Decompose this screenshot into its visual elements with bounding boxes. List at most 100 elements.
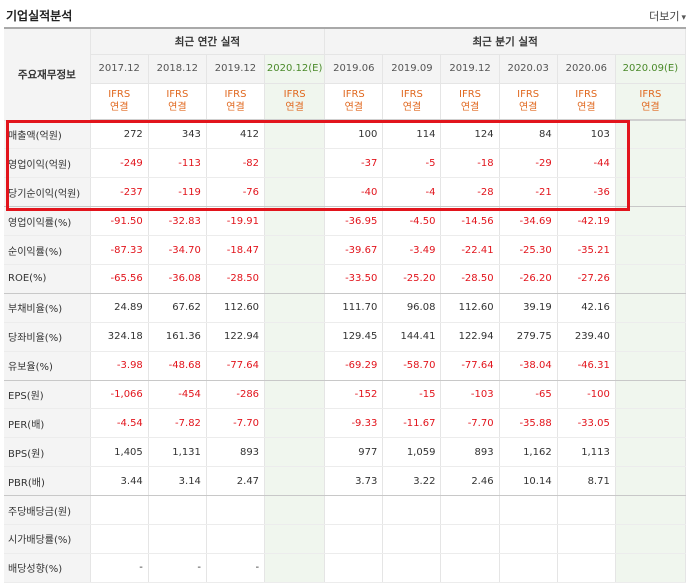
standard-line2: 연결 — [460, 102, 480, 114]
row-label: PER(배) — [4, 408, 91, 439]
table-cell: 1,113 — [557, 437, 616, 468]
table-cell: 2.46 — [440, 466, 500, 497]
table-cell — [615, 120, 687, 150]
table-cell: -286 — [206, 380, 266, 410]
table-cell: 977 — [324, 437, 384, 468]
table-cell: -76 — [206, 177, 266, 208]
table-row: 순이익률(%) -87.33 -34.70 -18.47 -39.67 -3.49 -22.… — [4, 235, 687, 265]
section-header: 기업실적분석 더보기 ▾ — [0, 0, 690, 28]
table-cell: -21 — [499, 177, 558, 208]
table-cell: -28 — [440, 177, 500, 208]
standard-header: IFRS 연결 — [90, 83, 149, 121]
table-cell — [264, 380, 326, 410]
table-cell — [148, 495, 207, 525]
period-header: 2019.12 — [206, 54, 266, 84]
standard-line2: 연결 — [226, 102, 245, 114]
table-cell: 122.94 — [206, 322, 266, 352]
table-row: 시가배당률(%) — [4, 524, 687, 554]
table-cell: 893 — [206, 437, 266, 468]
table-cell: -3.98 — [90, 351, 149, 381]
table-cell — [264, 293, 326, 323]
standard-header: IFRS 연결 — [557, 83, 616, 121]
table-cell — [324, 553, 384, 583]
table-cell: 239.40 — [557, 322, 616, 352]
table-cell: -22.41 — [440, 235, 500, 265]
standard-line1: IFRS — [342, 89, 365, 101]
table-cell: 103 — [557, 120, 616, 150]
standard-header: IFRS 연결 — [324, 83, 384, 121]
table-cell: -113 — [148, 148, 207, 179]
table-row: 당기순이익(억원) -237 -119 -76 -40 -4 -28 -21 -36 — [4, 177, 687, 208]
table-cell: 3.14 — [148, 466, 207, 497]
standard-header-row: IFRS 연결 IFRS 연결 IFRS 연결 IFRS 연결 IFRS 연결 IFRS 연결 IFRS… — [4, 83, 687, 121]
standard-line2: 연결 — [110, 102, 129, 114]
table-row: 영업이익률(%) -91.50 -32.83 -19.91 -36.95 -4.50 -14… — [4, 206, 687, 237]
table-cell — [440, 495, 500, 525]
annual-group-header: 최근 연간 실적 — [90, 28, 326, 55]
table-cell: 10.14 — [499, 466, 558, 497]
more-button[interactable]: 더보기 ▾ — [649, 8, 686, 24]
table-cell: -37 — [324, 148, 384, 179]
row-label: 부채비율(%) — [4, 293, 91, 323]
table-cell: 144.41 — [382, 322, 442, 352]
table-cell — [264, 408, 326, 439]
table-cell: -65 — [499, 380, 558, 410]
group-header-row: 주요재무정보 최근 연간 실적 최근 분기 실적 — [4, 28, 686, 121]
table-row: BPS(원) 1,405 1,131 893 977 1,059 893 1,162 1,113 — [4, 437, 687, 468]
table-cell — [615, 408, 687, 439]
table-cell: -119 — [148, 177, 207, 208]
period-header: 2019.12 — [440, 54, 500, 84]
table-cell — [499, 495, 558, 525]
table-cell — [90, 495, 149, 525]
table-cell — [148, 524, 207, 554]
table-cell — [264, 148, 326, 179]
table-cell — [615, 264, 687, 294]
standard-line1: IFRS — [224, 89, 247, 101]
table-cell: 1,131 — [148, 437, 207, 468]
period-header: 2020.06 — [557, 54, 616, 84]
table-row: EPS(원) -1,066 -454 -286 -152 -15 -103 -65 -100 — [4, 380, 687, 410]
table-cell: 1,405 — [90, 437, 149, 468]
table-cell: -249 — [90, 148, 149, 179]
table-cell: -100 — [557, 380, 616, 410]
table-cell: -40 — [324, 177, 384, 208]
table-cell: 112.60 — [440, 293, 500, 323]
period-header-row: 2017.12 2018.12 2019.12 2020.12(E) 2019.06 20… — [4, 54, 687, 84]
table-cell — [264, 553, 326, 583]
standard-line2: 연결 — [402, 102, 422, 114]
table-row: ROE(%) -65.56 -36.08 -28.50 -33.50 -25.20 -28.… — [4, 264, 687, 294]
table-cell: -15 — [382, 380, 442, 410]
standard-line1: IFRS — [575, 89, 598, 101]
standard-line1: IFRS — [639, 89, 662, 101]
table-cell: -27.26 — [557, 264, 616, 294]
financial-table: 주요재무정보 최근 연간 실적 최근 분기 실적 2017.12 2018.12 2… — [4, 27, 687, 583]
standard-line1: IFRS — [400, 89, 423, 101]
row-label: 영업이익률(%) — [4, 206, 91, 237]
table-cell: -36.95 — [324, 206, 384, 237]
row-label: ROE(%) — [4, 264, 91, 294]
table-cell: 24.89 — [90, 293, 149, 323]
row-label: PBR(배) — [4, 466, 91, 497]
row-label: 순이익률(%) — [4, 235, 91, 265]
period-header: 2019.06 — [324, 54, 384, 84]
table-cell: -19.91 — [206, 206, 266, 237]
table-cell: -7.82 — [148, 408, 207, 439]
table-cell: -36.08 — [148, 264, 207, 294]
period-header: 2019.09 — [382, 54, 442, 84]
table-cell: -77.64 — [206, 351, 266, 381]
table-cell: -33.05 — [557, 408, 616, 439]
table-cell: 112.60 — [206, 293, 266, 323]
table-cell: 1,162 — [499, 437, 558, 468]
table-cell: -152 — [324, 380, 384, 410]
table-cell — [615, 148, 687, 179]
standard-header: IFRS 연결 — [615, 83, 687, 121]
table-cell — [264, 120, 326, 150]
standard-line1: IFRS — [166, 89, 189, 101]
table-row: 당좌비율(%) 324.18 161.36 122.94 129.45 144.41 122… — [4, 322, 687, 352]
standard-header: IFRS 연결 — [499, 83, 558, 121]
table-cell — [615, 293, 687, 323]
table-cell: -25.20 — [382, 264, 442, 294]
table-cell: -34.69 — [499, 206, 558, 237]
period-header: 2020.12(E) — [264, 54, 326, 84]
table-cell: 100 — [324, 120, 384, 150]
